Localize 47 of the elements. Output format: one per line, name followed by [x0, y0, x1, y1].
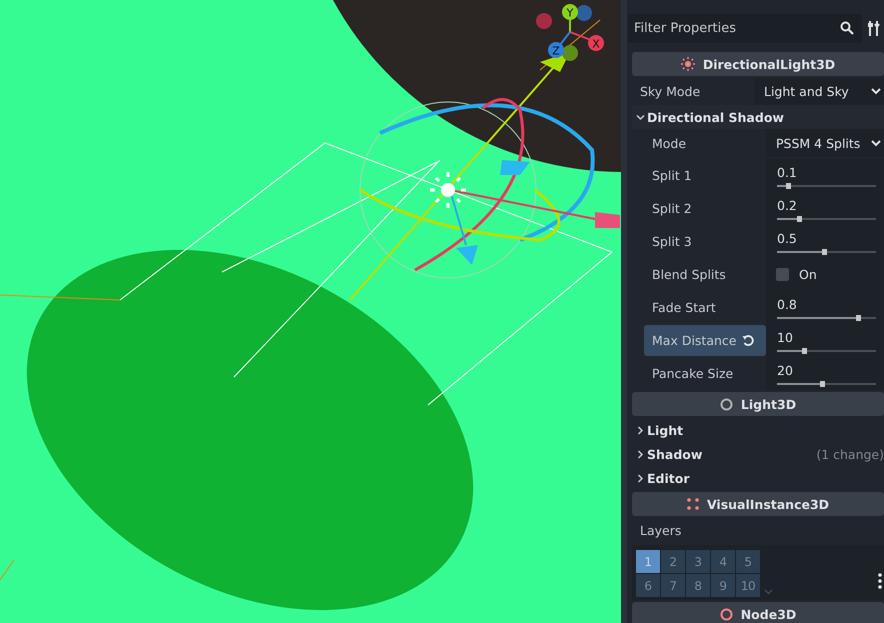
property-label: Split 3 [651, 233, 693, 251]
class-header[interactable]: Node3D [632, 602, 884, 623]
property-label: Mode [651, 134, 688, 152]
axis-label: Z [552, 44, 560, 58]
property-label: Fade Start [651, 299, 717, 317]
dropdown[interactable]: Light and Sky [754, 78, 884, 105]
axis-label: Y [566, 6, 574, 20]
tools-icon[interactable] [868, 20, 880, 37]
property-label: Layers [639, 522, 682, 540]
property-label: Sky Mode [639, 83, 702, 101]
revert-icon[interactable] [742, 334, 756, 347]
group-header[interactable]: Directional Shadow [632, 105, 884, 129]
group-header[interactable]: Editor [632, 466, 884, 490]
slider-field[interactable]: 0.2 [766, 192, 884, 225]
class-header[interactable]: Light3D [632, 392, 884, 416]
chevron-icon [637, 426, 644, 434]
slider-field[interactable]: 0.1 [766, 159, 884, 192]
chevron-icon [637, 450, 644, 458]
group-header[interactable]: Light [632, 418, 884, 442]
slider-field[interactable]: 0.5 [766, 225, 884, 258]
slider-field[interactable]: 0.8 [766, 291, 884, 324]
property-label: Pancake Size [651, 365, 734, 383]
group-header[interactable]: Shadow (1 change) [632, 442, 884, 466]
class-header[interactable]: VisualInstance3D [632, 492, 884, 516]
property-label: Blend Splits [651, 266, 727, 284]
filter-field[interactable]: Filter Properties [628, 14, 862, 43]
chevron-icon [871, 140, 881, 146]
class-name: DirectionalLight3D [702, 56, 836, 72]
chevron-icon [637, 474, 644, 482]
property-label: Split 2 [651, 200, 693, 218]
property-label: Split 1 [651, 167, 693, 185]
class-name: VisualInstance3D [706, 496, 830, 512]
more-icon[interactable] [878, 573, 882, 589]
class-name: Light3D [740, 396, 796, 412]
class-header[interactable]: DirectionalLight3D [632, 52, 884, 76]
slider-field[interactable]: 10 [766, 324, 884, 357]
checkbox[interactable]: On [766, 258, 884, 291]
search-icon [840, 21, 854, 35]
chevron-icon [871, 88, 881, 95]
slider-field[interactable]: 20 [766, 357, 884, 390]
class-name: Node3D [740, 606, 796, 622]
axis-gizmo-drawing [536, 4, 604, 61]
property-label: Max Distance [644, 325, 766, 356]
axis-label: X [592, 38, 600, 50]
chevron-icon [636, 114, 645, 120]
dropdown[interactable]: PSSM 4 Splits [766, 129, 884, 157]
change-note: (1 change) [816, 446, 884, 462]
